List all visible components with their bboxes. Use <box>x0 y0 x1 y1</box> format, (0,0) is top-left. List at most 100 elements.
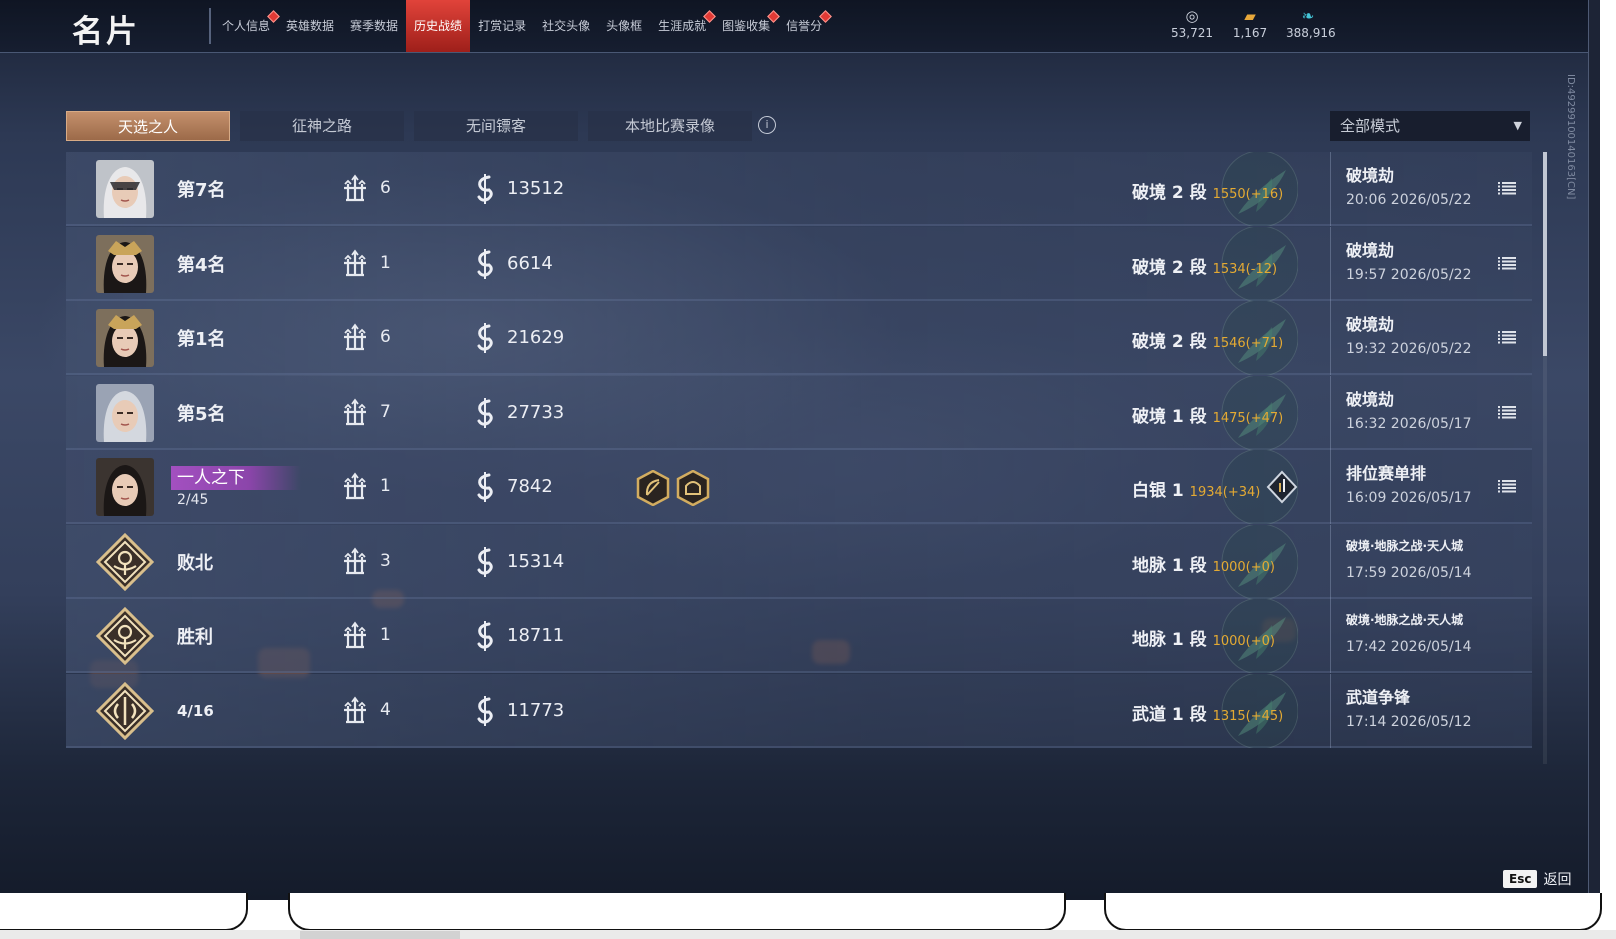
match-record-row[interactable]: 败北 3 15314 地脉 1 段 1000(+0) 破境·地脉之战·天人城 17:59 … <box>66 524 1532 599</box>
list-menu-icon[interactable] <box>1498 255 1516 271</box>
coin-stack-icon: ◎ <box>1185 7 1199 25</box>
match-record-row[interactable]: 第5名 7 27733 破境 1 段 1475(+47) 破境劫 16:32 2026/0… <box>66 375 1532 450</box>
rank-tier-label: 武道 1 段 <box>1132 704 1207 725</box>
gold-amount: 11773 <box>507 699 565 721</box>
game-mode: 武道争锋 <box>1346 687 1411 707</box>
list-menu-icon[interactable] <box>1498 478 1516 494</box>
tab-2[interactable]: 赛季数据 <box>342 0 406 52</box>
player-id-label: ID:4929910014016​3[CN] <box>1565 74 1576 200</box>
gold-amount: 27733 <box>507 401 565 423</box>
info-icon[interactable]: i <box>758 116 776 134</box>
right-edge <box>1588 0 1600 900</box>
currency-bar: ◎ 53,721 ▰ 1,167 ❧ 388,916 <box>1170 6 1336 40</box>
placement-result: 第5名 <box>177 403 226 425</box>
gold-icon <box>477 472 493 502</box>
background-shape <box>1104 893 1602 931</box>
gold-icon <box>477 621 493 651</box>
top-bar: 名片 个人信息 英雄数据 赛季数据 历史战绩 打赏记录 社交头像 头像框 生涯成就 图鉴收集 信誉… <box>0 0 1600 53</box>
match-record-row[interactable]: 胜利 1 18711 地脉 1 段 1000(+0) 破境·地脉之战·天人城 17:42 … <box>66 599 1532 673</box>
tab-9[interactable]: 信誉分 <box>778 0 833 52</box>
emblem-victory <box>96 607 154 665</box>
match-record-row[interactable]: 第7名 6 13512 破境 2 段 1550(+16) 破境劫 20:06 2026/0… <box>66 152 1532 226</box>
portrait-black-hair <box>96 458 154 516</box>
rank-tier-label: 地脉 1 段 <box>1132 630 1207 650</box>
subtab-3[interactable]: 本地比赛录像 <box>588 111 752 141</box>
match-time: 17:59 2026/05/14 <box>1346 564 1472 581</box>
subtab-0[interactable]: 天选之人 <box>66 111 230 141</box>
gold-icon <box>477 546 493 577</box>
placement-fraction: 2/45 <box>177 492 209 508</box>
tab-label: 图鉴收集 <box>722 19 771 33</box>
emblem-defeat <box>96 532 154 591</box>
list-menu-icon[interactable] <box>1498 329 1516 345</box>
rank-tier: 破境 1 段 1475(+47) <box>1132 402 1283 427</box>
tab-5[interactable]: 社交头像 <box>534 0 598 52</box>
kill-count: 4 <box>380 699 391 720</box>
rank-score: 1315(+45) <box>1212 708 1284 724</box>
kill-count: 7 <box>380 401 391 422</box>
tab-label: 历史战绩 <box>414 19 463 33</box>
tab-4[interactable]: 打赏记录 <box>470 0 534 52</box>
kill-count: 1 <box>380 476 391 496</box>
kills-icon <box>344 174 366 202</box>
esc-key-hint: Esc <box>1503 870 1538 888</box>
rank-tier: 破境 2 段 1546(+71) <box>1132 327 1283 352</box>
currency-value: 1,167 <box>1232 26 1268 40</box>
game-mode: 破境·地脉之战·天人城 <box>1346 613 1464 627</box>
portrait-silver-hair <box>96 383 154 442</box>
kill-count: 3 <box>380 550 391 571</box>
gold-icon <box>477 248 493 279</box>
tab-6[interactable]: 头像框 <box>598 0 650 52</box>
gold-icon <box>477 695 493 726</box>
row-divider <box>1330 152 1331 226</box>
match-record-row[interactable]: 4/16 4 11773 武道 1 段 1315(+45) 武道争锋 17:14 2026… <box>66 673 1532 748</box>
match-history-list[interactable]: 第7名 6 13512 破境 2 段 1550(+16) 破境劫 20:06 2026/0… <box>66 152 1532 764</box>
tab-label: 赛季数据 <box>350 19 399 33</box>
rank-score: 1000(+0) <box>1212 559 1275 575</box>
scrollbar[interactable] <box>1543 152 1547 764</box>
scrollbar-thumb[interactable] <box>1543 152 1547 356</box>
rank-tier: 破境 2 段 1534(-12) <box>1132 253 1277 278</box>
rank-tier: 武道 1 段 1315(+45) <box>1132 700 1283 725</box>
subtab-2[interactable]: 无间镖客 <box>414 111 578 141</box>
tab-0[interactable]: 个人信息 <box>214 0 280 52</box>
row-divider <box>1330 450 1331 524</box>
tab-8[interactable]: 图鉴收集 <box>714 0 781 52</box>
mode-filter-select[interactable]: 全部模式 ▼ <box>1330 111 1530 141</box>
currency-2: ❧ 388,916 <box>1286 6 1336 40</box>
match-record-row[interactable]: 一人之下 2/45 1 7842 白银 1 1934(+34) 排位赛单排 16:09 20… <box>66 450 1532 524</box>
tab-label: 头像框 <box>606 19 643 33</box>
title-divider <box>209 8 211 44</box>
list-menu-icon[interactable] <box>1498 180 1516 196</box>
tab-7[interactable]: 生涯成就 <box>650 0 716 52</box>
rank-tier-label: 地脉 1 段 <box>1132 555 1207 576</box>
kill-count: 6 <box>380 178 391 198</box>
portrait-veiled-woman <box>96 160 154 218</box>
kills-icon <box>344 696 366 723</box>
row-divider <box>1330 375 1331 450</box>
placement-result: 败北 <box>177 552 213 574</box>
kills-icon <box>344 547 366 574</box>
gold-icon <box>477 174 493 204</box>
game-mode: 排位赛单排 <box>1346 464 1427 483</box>
gold-icon <box>477 323 493 353</box>
game-mode: 破境劫 <box>1346 315 1395 334</box>
tab-label: 个人信息 <box>222 19 271 33</box>
back-button[interactable]: Esc 返回 <box>1503 869 1571 889</box>
subtab-1[interactable]: 征神之路 <box>240 111 404 141</box>
match-record-row[interactable]: 第1名 6 21629 破境 2 段 1546(+71) 破境劫 19:32 2026/0… <box>66 301 1532 375</box>
gold-ingot-icon: ▰ <box>1244 7 1256 25</box>
game-mode: 破境劫 <box>1346 166 1395 185</box>
match-record-row[interactable]: 第4名 1 6614 破境 2 段 1534(-12) 破境劫 19:57 2026/05… <box>66 226 1532 301</box>
row-divider <box>1330 599 1331 673</box>
tab-1[interactable]: 英雄数据 <box>278 0 342 52</box>
currency-0: ◎ 53,721 <box>1170 6 1214 40</box>
list-menu-icon[interactable] <box>1498 404 1516 420</box>
currency-1: ▰ 1,167 <box>1228 6 1272 40</box>
background-shape <box>288 893 1066 931</box>
gold-icon <box>477 397 493 428</box>
tab-3[interactable]: 历史战绩 <box>406 0 471 52</box>
medal-helmet-icon <box>676 470 710 506</box>
rank-tier-label: 破境 1 段 <box>1132 406 1207 427</box>
match-time: 16:09 2026/05/17 <box>1346 490 1472 506</box>
